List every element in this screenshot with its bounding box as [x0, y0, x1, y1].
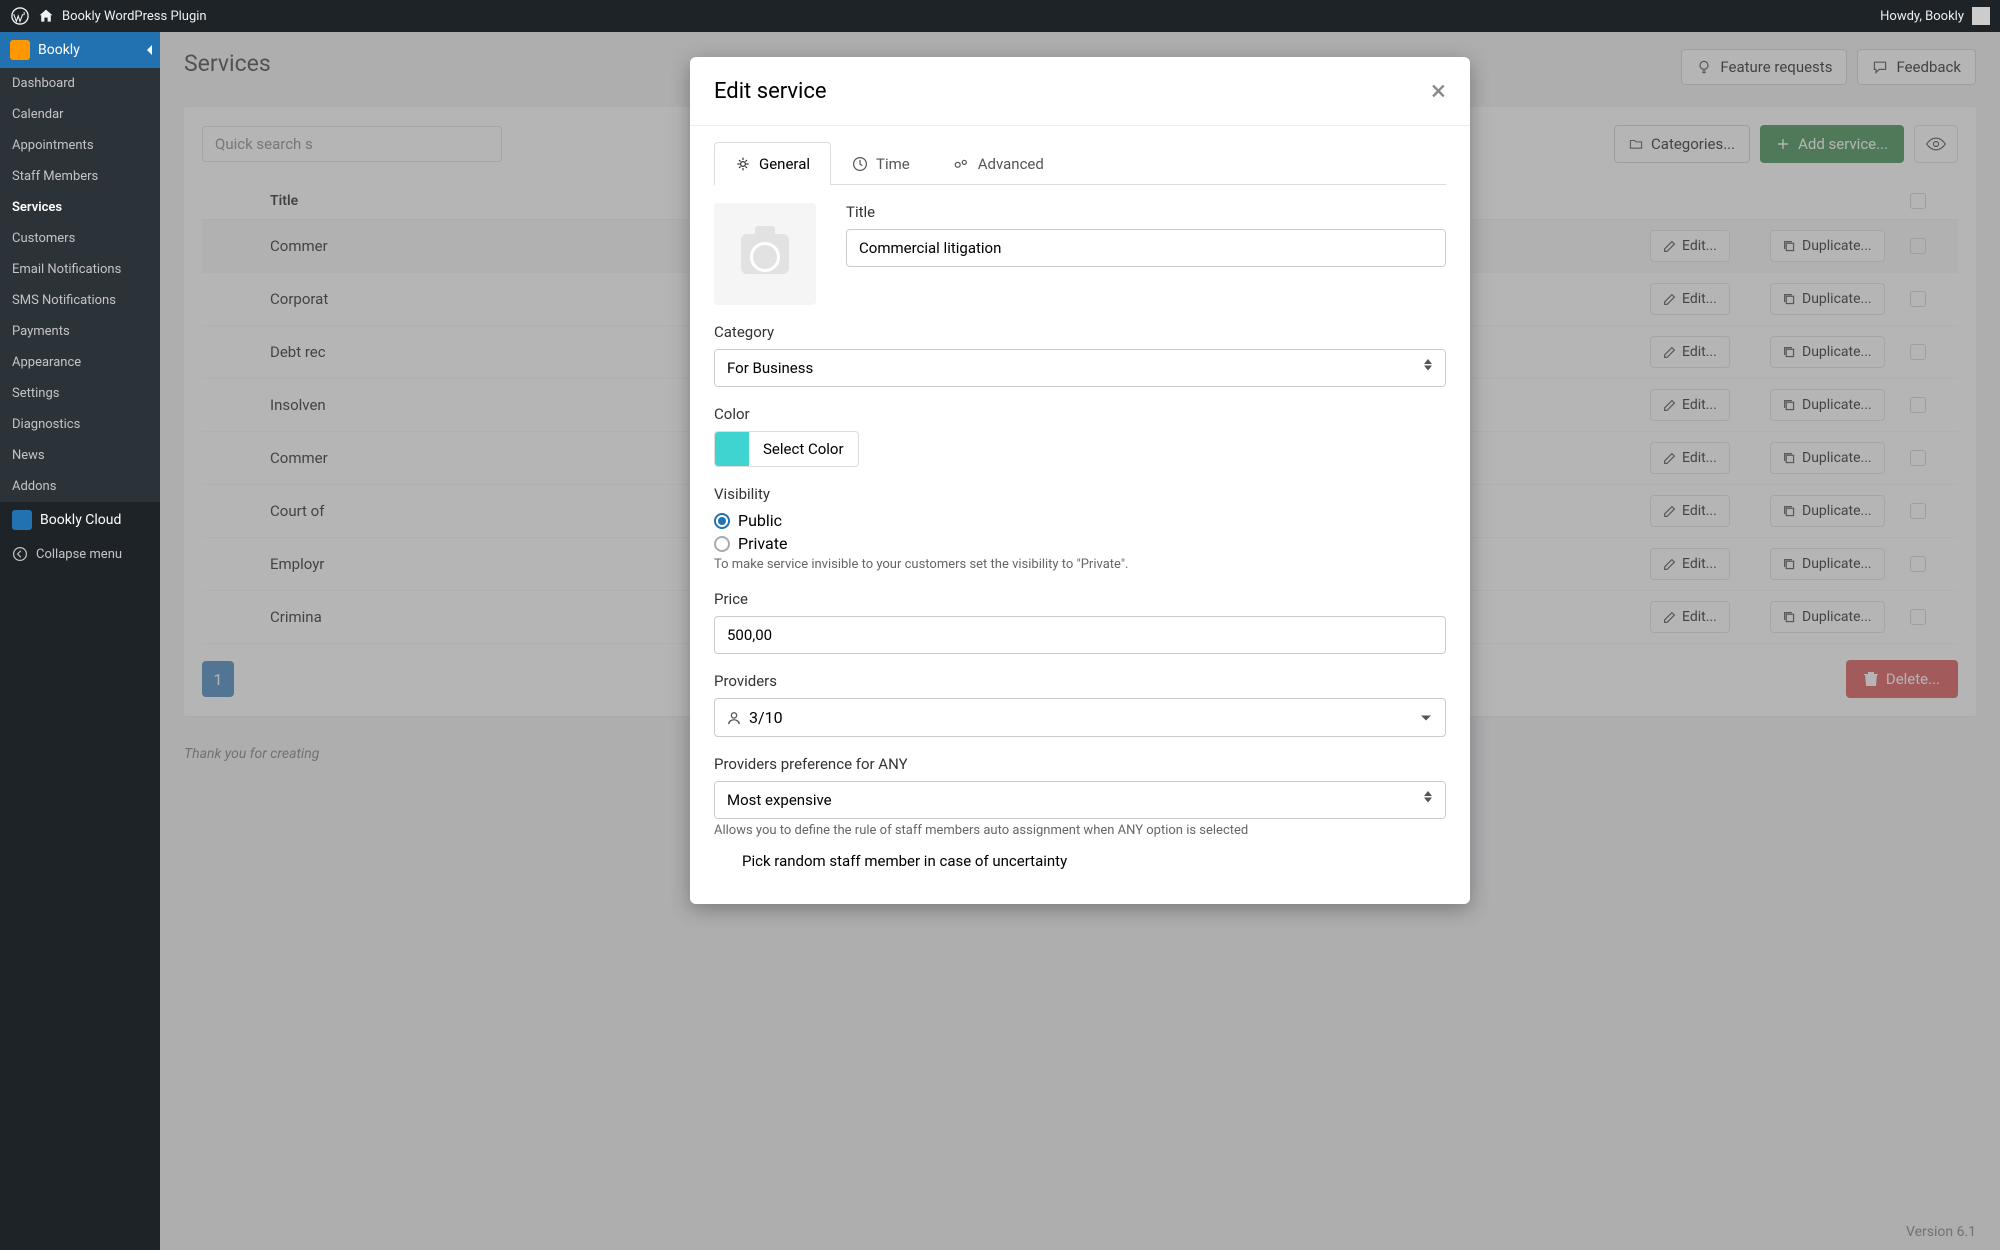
tab-advanced[interactable]: Advanced — [931, 142, 1065, 185]
sidebar-item-cloud[interactable]: Bookly Cloud — [0, 502, 160, 538]
price-label: Price — [714, 590, 1446, 608]
cloud-icon — [12, 510, 32, 530]
price-input[interactable] — [714, 616, 1446, 654]
sidebar-head-label: Bookly — [38, 42, 80, 58]
home-icon[interactable] — [38, 8, 54, 24]
sidebar-cloud-label: Bookly Cloud — [40, 512, 121, 528]
tab-advanced-label: Advanced — [978, 155, 1044, 173]
service-image-placeholder[interactable] — [714, 203, 816, 305]
private-label: Private — [738, 534, 787, 553]
visibility-public-option[interactable]: Public — [714, 511, 1446, 530]
sidebar-item-settings[interactable]: Settings — [0, 378, 160, 409]
sidebar-item-appearance[interactable]: Appearance — [0, 347, 160, 378]
providers-value: 3/10 — [749, 708, 783, 727]
color-label: Color — [714, 405, 1446, 423]
sidebar-item-calendar[interactable]: Calendar — [0, 99, 160, 130]
tab-time[interactable]: Time — [831, 142, 931, 185]
sidebar-item-appointments[interactable]: Appointments — [0, 130, 160, 161]
radio-public[interactable] — [714, 513, 730, 529]
tab-time-label: Time — [876, 155, 910, 173]
sidebar-item-payments[interactable]: Payments — [0, 316, 160, 347]
title-input[interactable] — [846, 229, 1446, 267]
camera-icon — [741, 234, 789, 274]
providers-label: Providers — [714, 672, 1446, 690]
collapse-menu[interactable]: Collapse menu — [0, 538, 160, 570]
category-label: Category — [714, 323, 1446, 341]
main-content: Services Feature requests Feedback — [160, 32, 2000, 1250]
sidebar-item-sms-notifications[interactable]: SMS Notifications — [0, 285, 160, 316]
tab-general-label: General — [759, 155, 810, 173]
pref-label: Providers preference for ANY — [714, 755, 1446, 773]
sidebar-item-addons[interactable]: Addons — [0, 471, 160, 502]
pref-help: Allows you to define the rule of staff m… — [714, 823, 1446, 838]
sidebar-item-diagnostics[interactable]: Diagnostics — [0, 409, 160, 440]
wordpress-logo-icon[interactable] — [10, 6, 30, 26]
category-select[interactable]: For Business — [714, 349, 1446, 387]
sidebar-item-services[interactable]: Services — [0, 192, 160, 223]
bookly-icon — [10, 40, 30, 60]
greeting-text[interactable]: Howdy, Bookly — [1880, 9, 1964, 24]
close-icon[interactable]: × — [1431, 77, 1446, 105]
sidebar-item-customers[interactable]: Customers — [0, 223, 160, 254]
providers-select[interactable]: 3/10 — [714, 698, 1446, 737]
site-title[interactable]: Bookly WordPress Plugin — [62, 9, 207, 24]
color-picker[interactable]: Select Color — [714, 431, 859, 467]
sidebar-item-dashboard[interactable]: Dashboard — [0, 68, 160, 99]
tab-general[interactable]: General — [714, 142, 831, 185]
gear-icon — [735, 156, 751, 172]
user-icon — [727, 711, 741, 725]
radio-private[interactable] — [714, 536, 730, 552]
chevron-left-icon — [146, 45, 154, 55]
sidebar-item-staff-members[interactable]: Staff Members — [0, 161, 160, 192]
title-label: Title — [846, 203, 1446, 221]
public-label: Public — [738, 511, 782, 530]
collapse-label: Collapse menu — [36, 547, 122, 562]
edit-service-modal: Edit service × General Time — [690, 57, 1470, 904]
collapse-icon — [12, 546, 28, 562]
modal-title: Edit service — [714, 79, 827, 104]
pref-select[interactable]: Most expensive — [714, 781, 1446, 819]
gears-icon — [952, 156, 970, 172]
sidebar-heading[interactable]: Bookly — [0, 32, 160, 68]
sidebar-item-news[interactable]: News — [0, 440, 160, 471]
sidebar-item-email-notifications[interactable]: Email Notifications — [0, 254, 160, 285]
clock-icon — [852, 156, 868, 172]
random-staff-label: Pick random staff member in case of unce… — [742, 852, 1446, 870]
visibility-help: To make service invisible to your custom… — [714, 557, 1446, 572]
select-color-label: Select Color — [749, 432, 858, 466]
visibility-private-option[interactable]: Private — [714, 534, 1446, 553]
color-swatch — [715, 432, 749, 466]
avatar[interactable] — [1972, 7, 1990, 25]
admin-sidebar: Bookly DashboardCalendarAppointmentsStaf… — [0, 32, 160, 1250]
visibility-label: Visibility — [714, 485, 1446, 503]
admin-bar: Bookly WordPress Plugin Howdy, Bookly — [0, 0, 2000, 32]
